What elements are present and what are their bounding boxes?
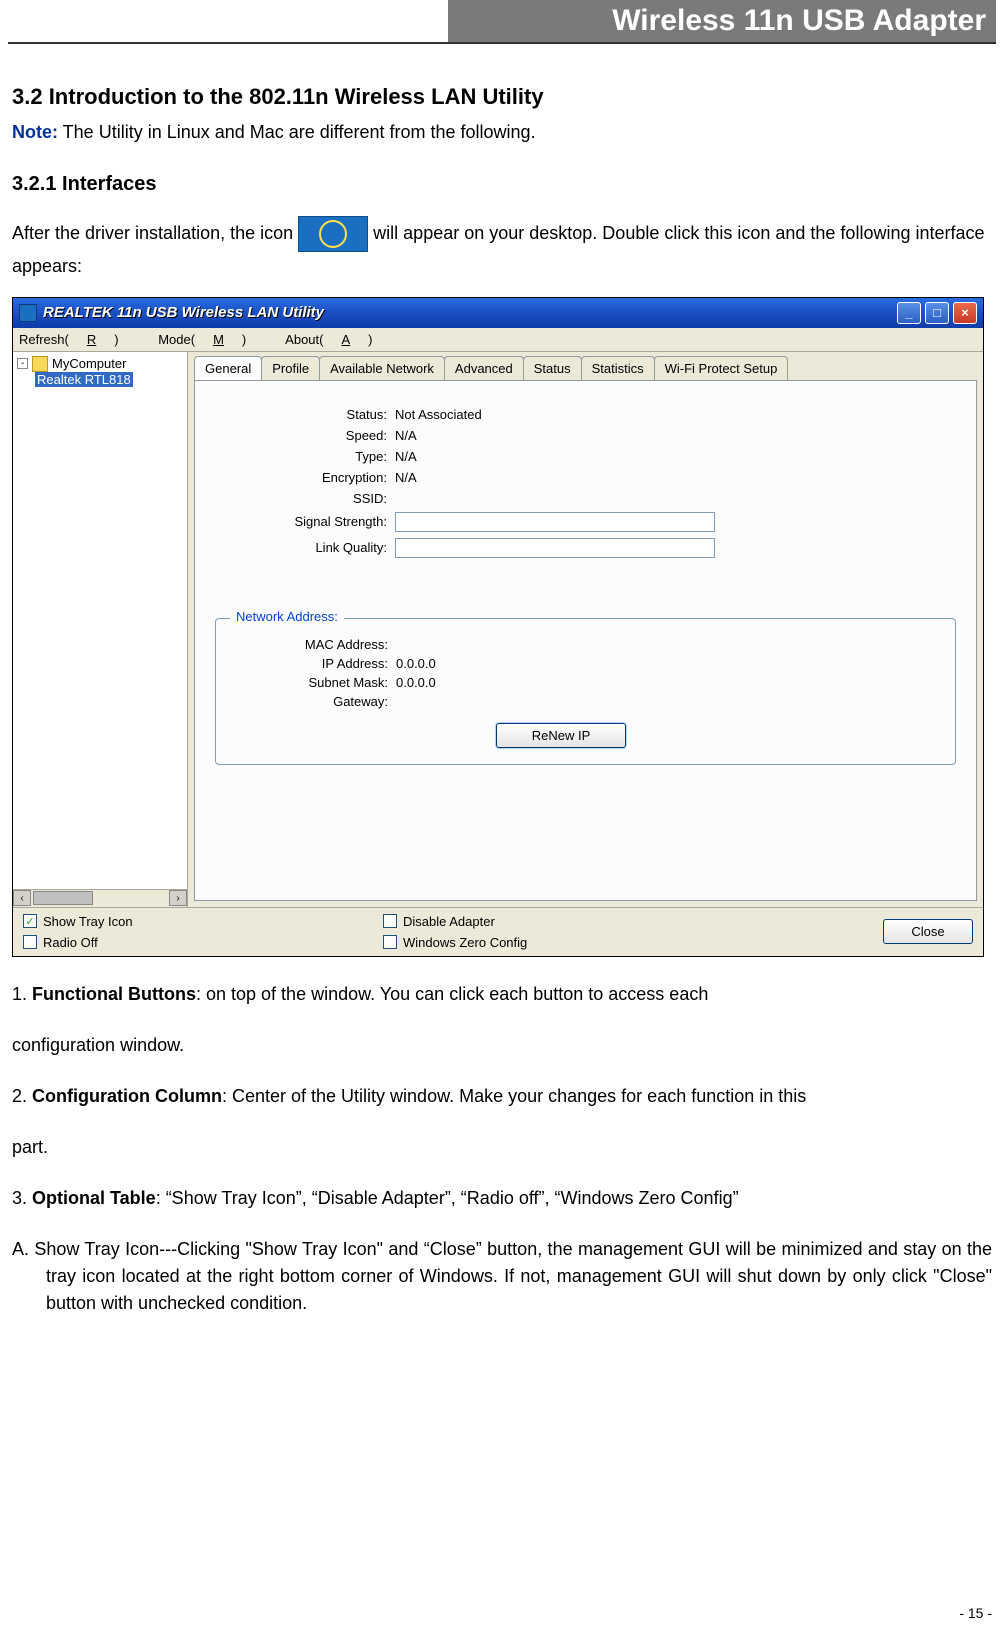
check-radio-off[interactable]: Radio Off: [23, 935, 383, 950]
status-label: Status:: [215, 407, 395, 422]
intro-paragraph: After the driver installation, the icon …: [12, 216, 992, 281]
renew-ip-button[interactable]: ReNew IP: [496, 723, 626, 748]
check-wzc[interactable]: Windows Zero Config: [383, 935, 743, 950]
tab-profile[interactable]: Profile: [261, 356, 320, 380]
tree-root-label: MyComputer: [52, 356, 126, 371]
tree-collapse-icon[interactable]: -: [17, 358, 28, 369]
menu-refresh[interactable]: Refresh(R): [19, 332, 137, 347]
close-button[interactable]: Close: [883, 919, 973, 944]
checkbox-icon: [23, 935, 37, 949]
para-2: 2. Configuration Column: Center of the U…: [12, 1083, 992, 1110]
network-address-fieldset: Network Address: MAC Address: IP Address…: [215, 618, 956, 765]
menu-about[interactable]: About(A): [285, 332, 390, 347]
para-1-cont: configuration window.: [12, 1032, 992, 1059]
checkbox-icon: [383, 935, 397, 949]
tab-available-network[interactable]: Available Network: [319, 356, 445, 380]
type-value: N/A: [395, 449, 417, 464]
mac-label: MAC Address:: [236, 637, 396, 652]
tab-wps[interactable]: Wi-Fi Protect Setup: [654, 356, 789, 380]
encryption-value: N/A: [395, 470, 417, 485]
titlebar-app-icon: [19, 304, 37, 322]
tree-root[interactable]: - MyComputer: [17, 356, 183, 372]
tab-statistics[interactable]: Statistics: [581, 356, 655, 380]
intro-text-a: After the driver installation, the icon: [12, 223, 298, 243]
page-number: - 15 -: [959, 1605, 992, 1621]
tab-bar: General Profile Available Network Advanc…: [194, 356, 977, 381]
tab-status[interactable]: Status: [523, 356, 582, 380]
page-header: Wireless 11n USB Adapter: [8, 0, 996, 44]
mask-value: 0.0.0.0: [396, 675, 436, 690]
encryption-label: Encryption:: [215, 470, 395, 485]
note-label: Note:: [12, 122, 58, 142]
tree-pane: - MyComputer Realtek RTL818 ‹ ›: [13, 352, 188, 907]
minimize-button[interactable]: _: [897, 302, 921, 324]
check-wzc-label: Windows Zero Config: [403, 935, 527, 950]
titlebar: REALTEK 11n USB Wireless LAN Utility _ □…: [13, 298, 983, 328]
checkbox-icon: [383, 914, 397, 928]
titlebar-title: REALTEK 11n USB Wireless LAN Utility: [43, 304, 324, 321]
speed-value: N/A: [395, 428, 417, 443]
heading-3-2: 3.2 Introduction to the 802.11n Wireless…: [12, 84, 992, 110]
status-value: Not Associated: [395, 407, 482, 422]
mask-label: Subnet Mask:: [236, 675, 396, 690]
para-3: 3. Optional Table: “Show Tray Icon”, “Di…: [12, 1185, 992, 1212]
ip-label: IP Address:: [236, 656, 396, 671]
type-label: Type:: [215, 449, 395, 464]
tree-h-scrollbar[interactable]: ‹ ›: [13, 889, 187, 907]
check-disable-adapter[interactable]: Disable Adapter: [383, 914, 743, 929]
note-text: The Utility in Linux and Mac are differe…: [58, 122, 536, 142]
check-radio-off-label: Radio Off: [43, 935, 98, 950]
maximize-button[interactable]: □: [925, 302, 949, 324]
ssid-label: SSID:: [215, 491, 395, 506]
gateway-label: Gateway:: [236, 694, 396, 709]
check-disable-adapter-label: Disable Adapter: [403, 914, 495, 929]
check-show-tray-label: Show Tray Icon: [43, 914, 133, 929]
tab-general[interactable]: General: [194, 356, 262, 380]
bottom-options-row: ✓ Show Tray Icon Radio Off Disable Adapt…: [13, 907, 983, 956]
heading-3-2-1: 3.2.1 Interfaces: [12, 173, 992, 196]
scroll-right-button[interactable]: ›: [169, 890, 187, 906]
app-window: REALTEK 11n USB Wireless LAN Utility _ □…: [12, 297, 984, 957]
speed-label: Speed:: [215, 428, 395, 443]
ip-value: 0.0.0.0: [396, 656, 436, 671]
tree-selected-item[interactable]: Realtek RTL818: [35, 372, 133, 387]
para-a: A. Show Tray Icon---Clicking "Show Tray …: [12, 1236, 992, 1317]
checkbox-icon: ✓: [23, 914, 37, 928]
scroll-left-button[interactable]: ‹: [13, 890, 31, 906]
para-2-cont: part.: [12, 1134, 992, 1161]
menubar: Refresh(R) Mode(M) About(A): [13, 328, 983, 352]
fieldset-legend: Network Address:: [230, 609, 344, 624]
note-line: Note: The Utility in Linux and Mac are d…: [12, 122, 992, 143]
scroll-thumb[interactable]: [33, 891, 93, 905]
link-quality-bar: [395, 538, 715, 558]
check-show-tray[interactable]: ✓ Show Tray Icon: [23, 914, 383, 929]
signal-strength-bar: [395, 512, 715, 532]
desktop-app-icon: [298, 216, 368, 252]
tab-body-general: Status:Not Associated Speed:N/A Type:N/A…: [194, 381, 977, 901]
tab-advanced[interactable]: Advanced: [444, 356, 524, 380]
signal-label: Signal Strength:: [215, 514, 395, 529]
computer-icon: [32, 356, 48, 372]
menu-mode[interactable]: Mode(M): [158, 332, 264, 347]
link-label: Link Quality:: [215, 540, 395, 555]
para-1: 1. Functional Buttons: on top of the win…: [12, 981, 992, 1008]
window-close-button[interactable]: ×: [953, 302, 977, 324]
page-header-title: Wireless 11n USB Adapter: [448, 0, 996, 42]
